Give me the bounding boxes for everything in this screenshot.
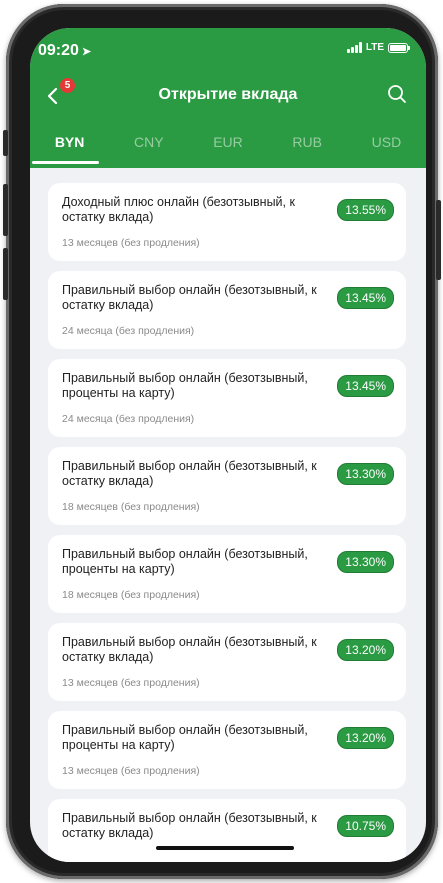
volume-up-button xyxy=(3,184,8,236)
phone-frame: 09:20 ➤ LTE 5 Открытие вклада BYN CNY EU… xyxy=(3,4,441,879)
rate-badge: 13.30% xyxy=(337,551,394,573)
deposit-card[interactable]: Правильный выбор онлайн (безотзывный, пр… xyxy=(48,535,406,613)
deposit-list: Доходный плюс онлайн (безотзывный, к ост… xyxy=(48,183,406,862)
app-screen: 09:20 ➤ LTE 5 Открытие вклада BYN CNY EU… xyxy=(30,28,426,862)
deposit-term: 24 месяца (без продления) xyxy=(62,325,195,337)
rate-badge: 13.45% xyxy=(337,375,394,397)
status-time-text: 09:20 xyxy=(38,42,79,59)
tab-usd[interactable]: USD xyxy=(347,132,426,168)
deposit-term: 18 месяцев (без продления) xyxy=(62,501,200,513)
deposit-term: 13 месяцев (без продления) xyxy=(62,765,200,777)
tab-cny[interactable]: CNY xyxy=(109,132,188,168)
deposit-term: 18 месяцев (без продления) xyxy=(62,589,200,601)
silent-switch xyxy=(3,130,8,156)
tab-byn[interactable]: BYN xyxy=(30,132,109,168)
volume-down-button xyxy=(3,248,8,300)
page-title: Открытие вклада xyxy=(158,86,298,103)
tab-rub[interactable]: RUB xyxy=(268,132,347,168)
rate-badge: 10.75% xyxy=(337,815,394,837)
deposit-term: 13 месяцев (без продления) xyxy=(62,677,200,689)
currency-tabs: BYN CNY EUR RUB USD xyxy=(30,132,426,168)
deposit-card[interactable]: Правильный выбор онлайн (безотзывный, к … xyxy=(48,799,406,862)
signal-icon xyxy=(346,42,362,53)
location-arrow-icon: ➤ xyxy=(81,46,92,58)
home-indicator[interactable] xyxy=(156,846,294,850)
rate-badge: 13.30% xyxy=(337,463,394,485)
deposit-title: Правильный выбор онлайн (безотзывный, к … xyxy=(62,283,317,312)
deposit-card[interactable]: Правильный выбор онлайн (безотзывный, к … xyxy=(48,447,406,525)
rate-badge: 13.55% xyxy=(337,199,394,221)
status-bar-time: 09:20 ➤ xyxy=(38,42,91,60)
deposit-title: Правильный выбор онлайн (безотзывный, к … xyxy=(62,811,317,840)
deposit-title: Правильный выбор онлайн (безотзывный, к … xyxy=(62,459,317,488)
deposit-card[interactable]: Доходный плюс онлайн (безотзывный, к ост… xyxy=(48,183,406,261)
deposit-title: Правильный выбор онлайн (безотзывный, пр… xyxy=(62,371,308,400)
power-button xyxy=(436,200,441,280)
app-header: 09:20 ➤ LTE 5 Открытие вклада BYN CNY EU… xyxy=(30,28,426,168)
deposit-term: 13 месяцев (без продления) xyxy=(62,237,200,249)
search-icon xyxy=(388,85,406,103)
battery-icon xyxy=(388,42,410,53)
deposit-card[interactable]: Правильный выбор онлайн (безотзывный, пр… xyxy=(48,711,406,789)
deposit-title: Правильный выбор онлайн (безотзывный, пр… xyxy=(62,723,308,752)
network-type: LTE xyxy=(365,42,384,53)
rate-badge: 13.45% xyxy=(337,287,394,309)
deposit-card[interactable]: Правильный выбор онлайн (безотзывный, пр… xyxy=(48,359,406,437)
tab-eur[interactable]: EUR xyxy=(188,132,267,168)
deposit-title: Правильный выбор онлайн (безотзывный, к … xyxy=(62,635,317,664)
rate-badge: 13.20% xyxy=(337,639,394,661)
rate-badge: 13.20% xyxy=(337,727,394,749)
deposit-card[interactable]: Правильный выбор онлайн (безотзывный, к … xyxy=(48,271,406,349)
deposit-title: Доходный плюс онлайн (безотзывный, к ост… xyxy=(62,195,295,224)
status-bar-indicators: LTE xyxy=(346,42,410,53)
deposit-card[interactable]: Правильный выбор онлайн (безотзывный, к … xyxy=(48,623,406,701)
deposit-title: Правильный выбор онлайн (безотзывный, пр… xyxy=(62,547,308,576)
deposit-term: 24 месяца (без продления) xyxy=(62,413,195,425)
search-button[interactable] xyxy=(386,83,412,109)
